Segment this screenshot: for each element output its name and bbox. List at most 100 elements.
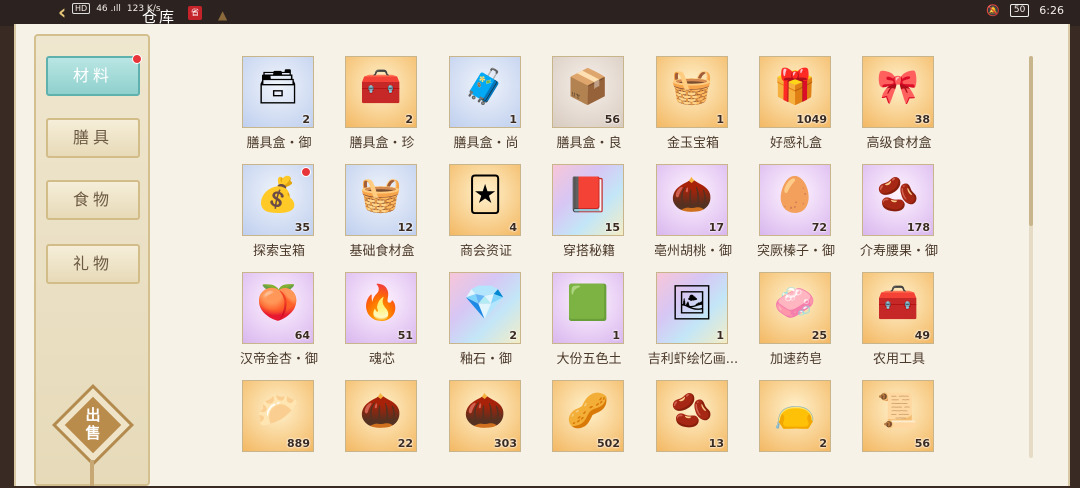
inventory-item[interactable]: 👝 2 (759, 380, 833, 452)
inventory-item[interactable]: 📕 15 穿搭秘籍 (552, 164, 626, 259)
painting-icon: 🖼 (670, 283, 714, 323)
item-card[interactable]: 🍑 64 (242, 272, 314, 344)
category-tab-2[interactable]: 食物 (46, 180, 140, 220)
item-quantity: 22 (397, 437, 413, 450)
item-card[interactable]: 🌰 22 (345, 380, 417, 452)
inventory-item[interactable]: 🎁 1049 好感礼盒 (759, 56, 833, 151)
clock: 6:26 (1039, 4, 1064, 17)
inventory-item[interactable]: 🥟 889 (242, 380, 316, 452)
item-card[interactable]: 🧺 1 (656, 56, 728, 128)
soul-flame-icon: 🔥 (359, 283, 403, 323)
item-name: 农用工具 (872, 352, 925, 367)
item-card[interactable]: 🫘 178 (862, 164, 934, 236)
inventory-item[interactable]: 📜 56 (862, 380, 936, 452)
apricot-icon: 🍑 (256, 283, 300, 323)
item-card[interactable]: 🌰 17 (656, 164, 728, 236)
inventory-item[interactable]: 💎 2 釉石・御 (449, 272, 523, 367)
page-title: 仓库 (142, 8, 177, 26)
battery-icon: 50 (1009, 4, 1030, 17)
explore-chest-icon: 💰 (256, 175, 300, 215)
glaze-stone-icon: 💎 (463, 283, 507, 323)
mute-icon: 🔕 (986, 4, 1000, 17)
inventory-item[interactable]: 🫘 178 介寿腰果・御 (860, 164, 938, 259)
item-card[interactable]: 🧰 2 (345, 56, 417, 128)
inventory-item[interactable]: 🔥 51 魂芯 (345, 272, 419, 367)
item-card[interactable]: 🟩 1 (552, 272, 624, 344)
inventory-item[interactable]: 🗃 2 膳具盒・御 (242, 56, 316, 151)
inventory-item[interactable]: 🖼 1 吉利虾绘忆画... (648, 272, 738, 367)
item-card[interactable]: 💰 35 (242, 164, 314, 236)
sell-label: 出售 (85, 406, 101, 442)
item-name: 介寿腰果・御 (859, 244, 938, 259)
back-arrow-icon[interactable]: ‹ (58, 2, 88, 22)
inventory-item[interactable]: 🟩 1 大份五色土 (552, 272, 626, 367)
item-card[interactable]: 🌰 303 (449, 380, 521, 452)
item-name: 高级食材盒 (866, 136, 932, 151)
item-card[interactable]: 💎 2 (449, 272, 521, 344)
item-card[interactable]: 🧳 1 (449, 56, 521, 128)
category-label: 礼物 (72, 254, 113, 273)
inventory-item[interactable]: 📦 56 膳具盒・良 (552, 56, 626, 151)
inventory-item[interactable]: 🥚 72 突厥榛子・御 (757, 164, 835, 259)
item-card[interactable]: 📜 56 (862, 380, 934, 452)
item-card[interactable]: 🔥 51 (345, 272, 417, 344)
inventory-item[interactable]: 🧺 1 金玉宝箱 (656, 56, 730, 151)
category-label: 膳具 (72, 128, 113, 147)
category-label: 食物 (72, 190, 113, 209)
inventory-item[interactable]: 🧰 49 农用工具 (862, 272, 936, 367)
item-card[interactable]: 🥚 72 (759, 164, 831, 236)
item-card[interactable]: 🧰 49 (862, 272, 934, 344)
signal-indicator: 46 .ıll (96, 3, 121, 14)
category-tab-3[interactable]: 礼物 (46, 244, 140, 284)
item-quantity: 15 (604, 221, 620, 234)
inventory-item[interactable]: 🧰 2 膳具盒・珍 (345, 56, 419, 151)
inventory-item[interactable]: 🌰 17 亳州胡桃・御 (654, 164, 732, 259)
item-quantity: 49 (914, 329, 930, 342)
inventory-item[interactable]: 🥜 502 (552, 380, 626, 452)
inventory-item[interactable]: 🌰 303 (449, 380, 523, 452)
category-tab-1[interactable]: 膳具 (46, 118, 140, 158)
item-quantity: 17 (708, 221, 724, 234)
item-card[interactable]: 📕 15 (552, 164, 624, 236)
item-quantity: 38 (914, 113, 930, 126)
category-tab-0[interactable]: 材料 (46, 54, 142, 96)
inventory-item[interactable]: 🧼 25 加速药皂 (759, 272, 833, 367)
category-label: 材料 (72, 66, 113, 85)
item-card[interactable]: 🧺 12 (345, 164, 417, 236)
item-card[interactable]: 🎀 38 (862, 56, 934, 128)
item-card[interactable]: 🎁 1049 (759, 56, 831, 128)
soil-icon: 🟩 (566, 283, 610, 323)
inventory-item[interactable]: 🎀 38 高级食材盒 (862, 56, 936, 151)
walnut-gold-icon: 🌰 (359, 391, 403, 431)
scroll-thumb[interactable] (1029, 56, 1033, 226)
inventory-item[interactable]: 🧺 12 基础食材盒 (345, 164, 419, 259)
sell-button[interactable]: 出售 (51, 383, 135, 488)
inventory-item[interactable]: 🧳 1 膳具盒・尚 (449, 56, 523, 151)
inventory-item[interactable]: 🍑 64 汉帝金杏・御 (240, 272, 318, 367)
book-icon: 📕 (566, 175, 610, 215)
item-card[interactable]: 🗃 2 (242, 56, 314, 128)
item-quantity: 72 (811, 221, 827, 234)
inventory-item[interactable]: 🌰 22 (345, 380, 419, 452)
item-card[interactable]: 🖼 1 (656, 272, 728, 344)
item-card[interactable]: 🥟 889 (242, 380, 314, 452)
toolbox-icon: 🧰 (876, 283, 920, 323)
inventory-item[interactable]: 🫘 13 (656, 380, 730, 452)
item-card[interactable]: 📦 56 (552, 56, 624, 128)
item-card[interactable]: 🧼 25 (759, 272, 831, 344)
notification-dot (132, 54, 142, 64)
item-card[interactable]: 🫘 13 (656, 380, 728, 452)
item-quantity: 2 (819, 437, 827, 450)
item-quantity: 35 (294, 221, 310, 234)
item-card[interactable]: 🃏 4 (449, 164, 521, 236)
inventory-item[interactable]: 🃏 4 商会资证 (449, 164, 523, 259)
hat-icon[interactable]: ▲ (218, 8, 227, 22)
tassel-decoration (90, 460, 94, 486)
inventory-item[interactable]: 💰 35 探索宝箱 (242, 164, 316, 259)
scrollbar[interactable] (1029, 56, 1033, 458)
item-quantity: 25 (811, 329, 827, 342)
item-card[interactable]: 👝 2 (759, 380, 831, 452)
item-card[interactable]: 🥜 502 (552, 380, 624, 452)
dumpling-icon: 🥟 (256, 391, 300, 431)
item-quantity: 1 (716, 329, 724, 342)
